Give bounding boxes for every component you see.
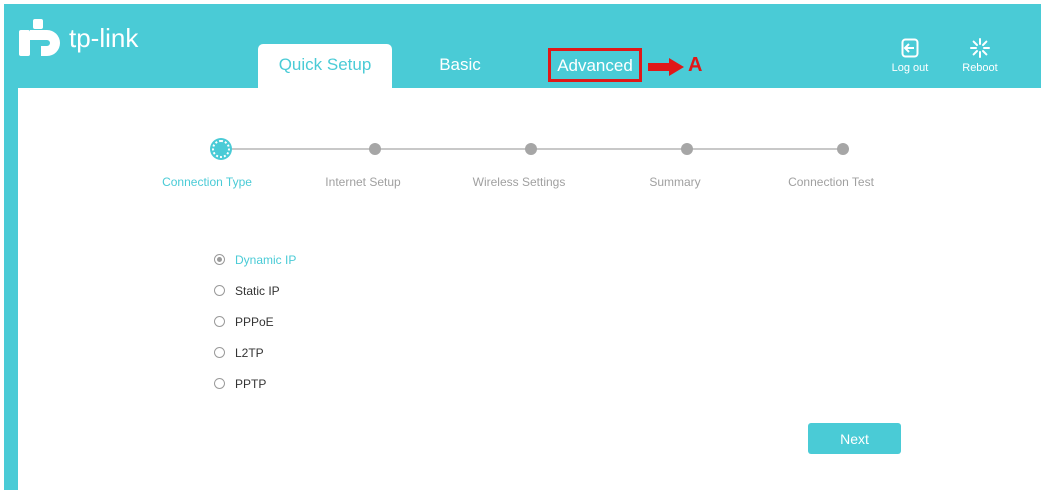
tab-quick-setup[interactable]: Quick Setup xyxy=(258,44,392,88)
step-dot-wireless-settings xyxy=(525,143,537,155)
radio-l2tp[interactable] xyxy=(214,347,225,358)
tp-link-logo-icon xyxy=(19,19,60,56)
annotation-letter: A xyxy=(688,54,703,76)
step-dot-connection-type xyxy=(212,140,230,158)
step-dot-summary xyxy=(681,143,693,155)
connection-type-options: Dynamic IP Static IP PPPoE L2TP PPTP xyxy=(214,244,296,399)
step-label-wireless-settings: Wireless Settings xyxy=(472,175,566,189)
tab-advanced[interactable]: Advanced xyxy=(548,48,642,82)
step-dot-internet-setup xyxy=(369,143,381,155)
logout-label: Log out xyxy=(891,62,929,74)
main-content: Connection Type Internet Setup Wireless … xyxy=(18,88,1041,490)
option-label: Static IP xyxy=(235,283,280,298)
reboot-icon xyxy=(970,38,990,58)
step-label-connection-type: Connection Type xyxy=(162,175,252,189)
app-frame: tp-link Quick Setup Basic Advanced A Log… xyxy=(4,4,1041,490)
option-dynamic-ip[interactable]: Dynamic IP xyxy=(214,244,296,275)
logout-icon xyxy=(901,38,919,58)
step-label-internet-setup: Internet Setup xyxy=(325,175,401,189)
option-label: PPTP xyxy=(235,376,267,391)
setup-progress: Connection Type Internet Setup Wireless … xyxy=(18,88,1041,198)
option-static-ip[interactable]: Static IP xyxy=(214,275,296,306)
reboot-label: Reboot xyxy=(962,62,998,74)
radio-static-ip[interactable] xyxy=(214,285,225,296)
logout-button[interactable]: Log out xyxy=(885,38,935,74)
option-pptp[interactable]: PPTP xyxy=(214,368,296,399)
option-label: L2TP xyxy=(235,345,264,360)
step-label-connection-test: Connection Test xyxy=(788,175,874,189)
tab-basic[interactable]: Basic xyxy=(422,44,498,88)
option-label: PPPoE xyxy=(235,314,274,329)
radio-pptp[interactable] xyxy=(214,378,225,389)
next-button[interactable]: Next xyxy=(808,423,901,454)
top-bar: tp-link Quick Setup Basic Advanced A Log… xyxy=(4,4,1041,88)
step-dot-connection-test xyxy=(837,143,849,155)
annotation-arrow-icon xyxy=(648,58,684,76)
brand-name: tp-link xyxy=(69,22,139,53)
option-l2tp[interactable]: L2TP xyxy=(214,337,296,368)
option-label: Dynamic IP xyxy=(235,252,297,267)
radio-dynamic-ip[interactable] xyxy=(214,254,225,265)
reboot-button[interactable]: Reboot xyxy=(955,38,1005,74)
radio-pppoe[interactable] xyxy=(214,316,225,327)
step-label-summary: Summary xyxy=(649,175,701,189)
option-pppoe[interactable]: PPPoE xyxy=(214,306,296,337)
brand-logo: tp-link xyxy=(17,16,138,64)
